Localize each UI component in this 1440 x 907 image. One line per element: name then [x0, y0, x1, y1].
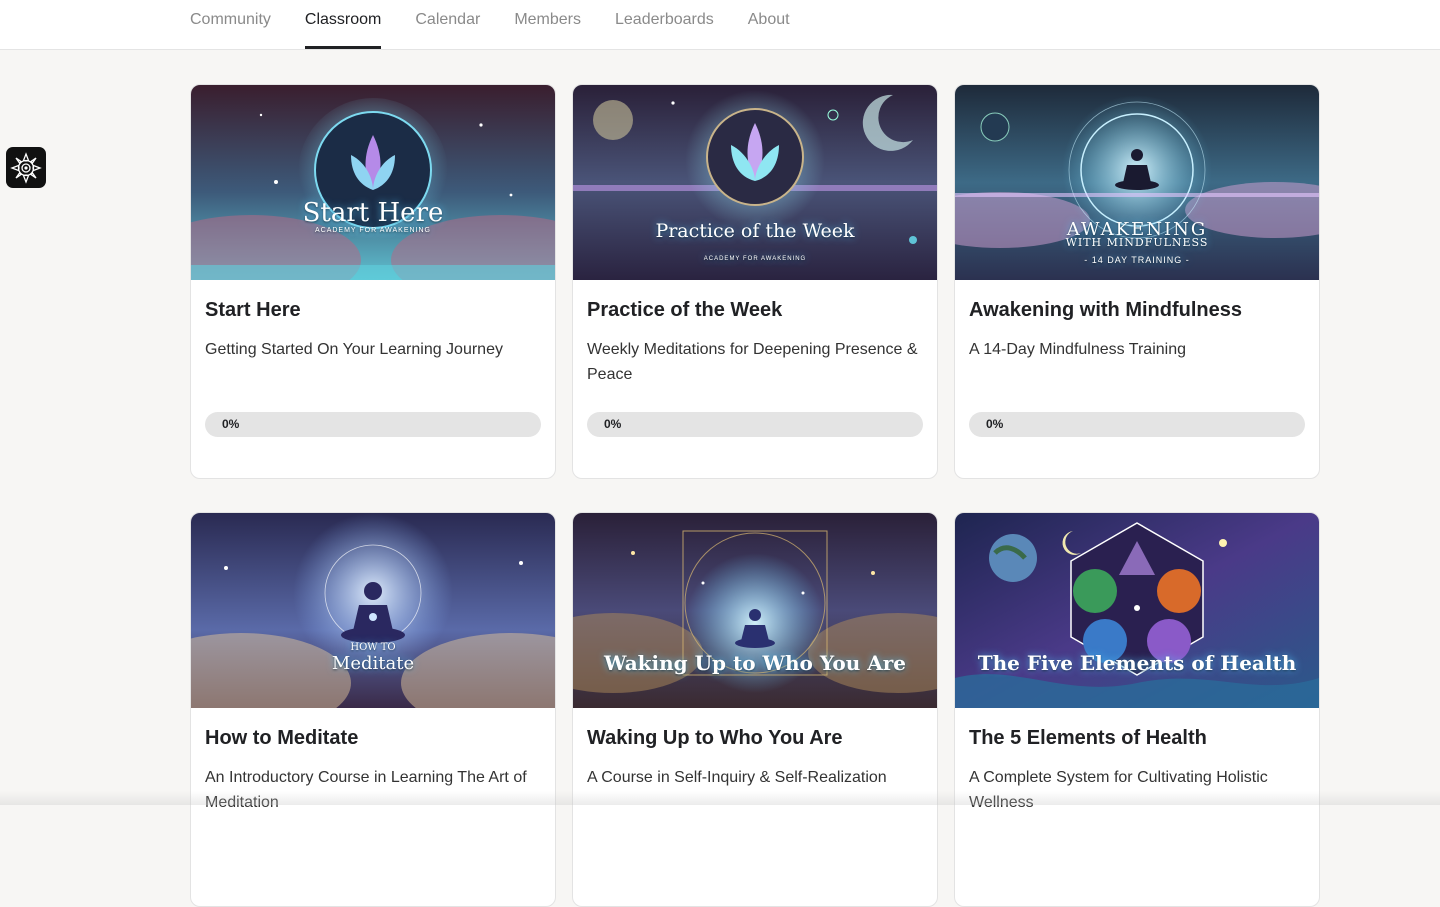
tab-community[interactable]: Community: [190, 0, 271, 49]
thumbnail-title: Start Here: [302, 198, 444, 228]
course-thumbnail: Practice of the Week ACADEMY FOR AWAKENI…: [573, 85, 937, 280]
course-description: A 14-Day Mindfulness Training: [969, 341, 1186, 358]
sacred-geometry-image: [573, 513, 937, 708]
course-card-start-here[interactable]: Start Here ACADEMY FOR AWAKENING Start H…: [190, 84, 556, 479]
course-title: Waking Up to Who You Are: [587, 727, 843, 749]
course-card-awakening-with-mindfulness[interactable]: AWAKENING WITH MINDFULNESS - 14 DAY TRAI…: [954, 84, 1320, 479]
cosmic-lotus-image: [191, 85, 555, 280]
meditator-portal-image: [955, 85, 1319, 280]
course-thumbnail: HOW TO Meditate: [191, 513, 555, 708]
course-title: Awakening with Mindfulness: [969, 299, 1242, 321]
course-title: Practice of the Week: [587, 299, 783, 321]
progress-label: 0%: [604, 417, 622, 431]
course-card-how-to-meditate[interactable]: HOW TO Meditate How to Meditate An Intro…: [190, 512, 556, 907]
side-logo-button[interactable]: [6, 147, 46, 188]
progress-bar: 0%: [587, 412, 923, 437]
tab-members[interactable]: Members: [514, 0, 581, 49]
course-thumbnail: Start Here ACADEMY FOR AWAKENING: [191, 85, 555, 280]
course-card-practice-of-the-week[interactable]: Practice of the Week ACADEMY FOR AWAKENI…: [572, 84, 938, 479]
course-card-waking-up[interactable]: Waking Up to Who You Are Waking Up to Wh…: [572, 512, 938, 907]
tab-about[interactable]: About: [748, 0, 790, 49]
progress-bar: 0%: [969, 412, 1305, 437]
thumbnail-title: Practice of the Week: [655, 220, 855, 242]
course-description: An Introductory Course in Learning The A…: [205, 769, 527, 811]
bottom-shadow: [0, 791, 1440, 805]
course-title: Start Here: [205, 299, 301, 321]
tab-leaderboards[interactable]: Leaderboards: [615, 0, 714, 49]
course-title: The 5 Elements of Health: [969, 727, 1207, 749]
lotus-moon-image: [573, 85, 937, 280]
thumbnail-subtitle: ACADEMY FOR AWAKENING: [703, 256, 807, 262]
thumbnail-subtitle: ACADEMY FOR AWAKENING: [314, 227, 432, 234]
five-elements-image: [955, 513, 1319, 708]
thumbnail-title: Meditate: [331, 653, 415, 674]
course-description: Getting Started On Your Learning Journey: [205, 341, 503, 358]
course-card-five-elements[interactable]: The Five Elements of Health The 5 Elemen…: [954, 512, 1320, 907]
course-thumbnail: The Five Elements of Health: [955, 513, 1319, 708]
nav-tabs: Community Classroom Calendar Members Lea…: [190, 0, 790, 49]
course-description: A Course in Self-Inquiry & Self-Realizat…: [587, 769, 887, 786]
thumbnail-subtitle: HOW TO: [350, 642, 396, 653]
thumbnail-subtitle: WITH MINDFULNESS: [1065, 236, 1209, 249]
thumbnail-title: The Five Elements of Health: [977, 651, 1297, 675]
tab-classroom[interactable]: Classroom: [304, 0, 382, 49]
progress-label: 0%: [222, 417, 240, 431]
meditator-clouds-image: [191, 513, 555, 708]
mandala-icon: [10, 151, 42, 184]
course-description: A Complete System for Cultivating Holist…: [969, 769, 1268, 811]
thumbnail-title: Waking Up to Who You Are: [603, 651, 907, 675]
progress-label: 0%: [986, 417, 1004, 431]
course-title: How to Meditate: [205, 727, 359, 749]
course-thumbnail: Waking Up to Who You Are: [573, 513, 937, 708]
course-thumbnail: AWAKENING WITH MINDFULNESS - 14 DAY TRAI…: [955, 85, 1319, 280]
thumbnail-tag: - 14 DAY TRAINING -: [1084, 255, 1190, 265]
course-description: Weekly Meditations for Deepening Presenc…: [587, 341, 918, 383]
top-navigation: Community Classroom Calendar Members Lea…: [0, 0, 1440, 50]
progress-bar: 0%: [205, 412, 541, 437]
tab-calendar[interactable]: Calendar: [415, 0, 480, 49]
